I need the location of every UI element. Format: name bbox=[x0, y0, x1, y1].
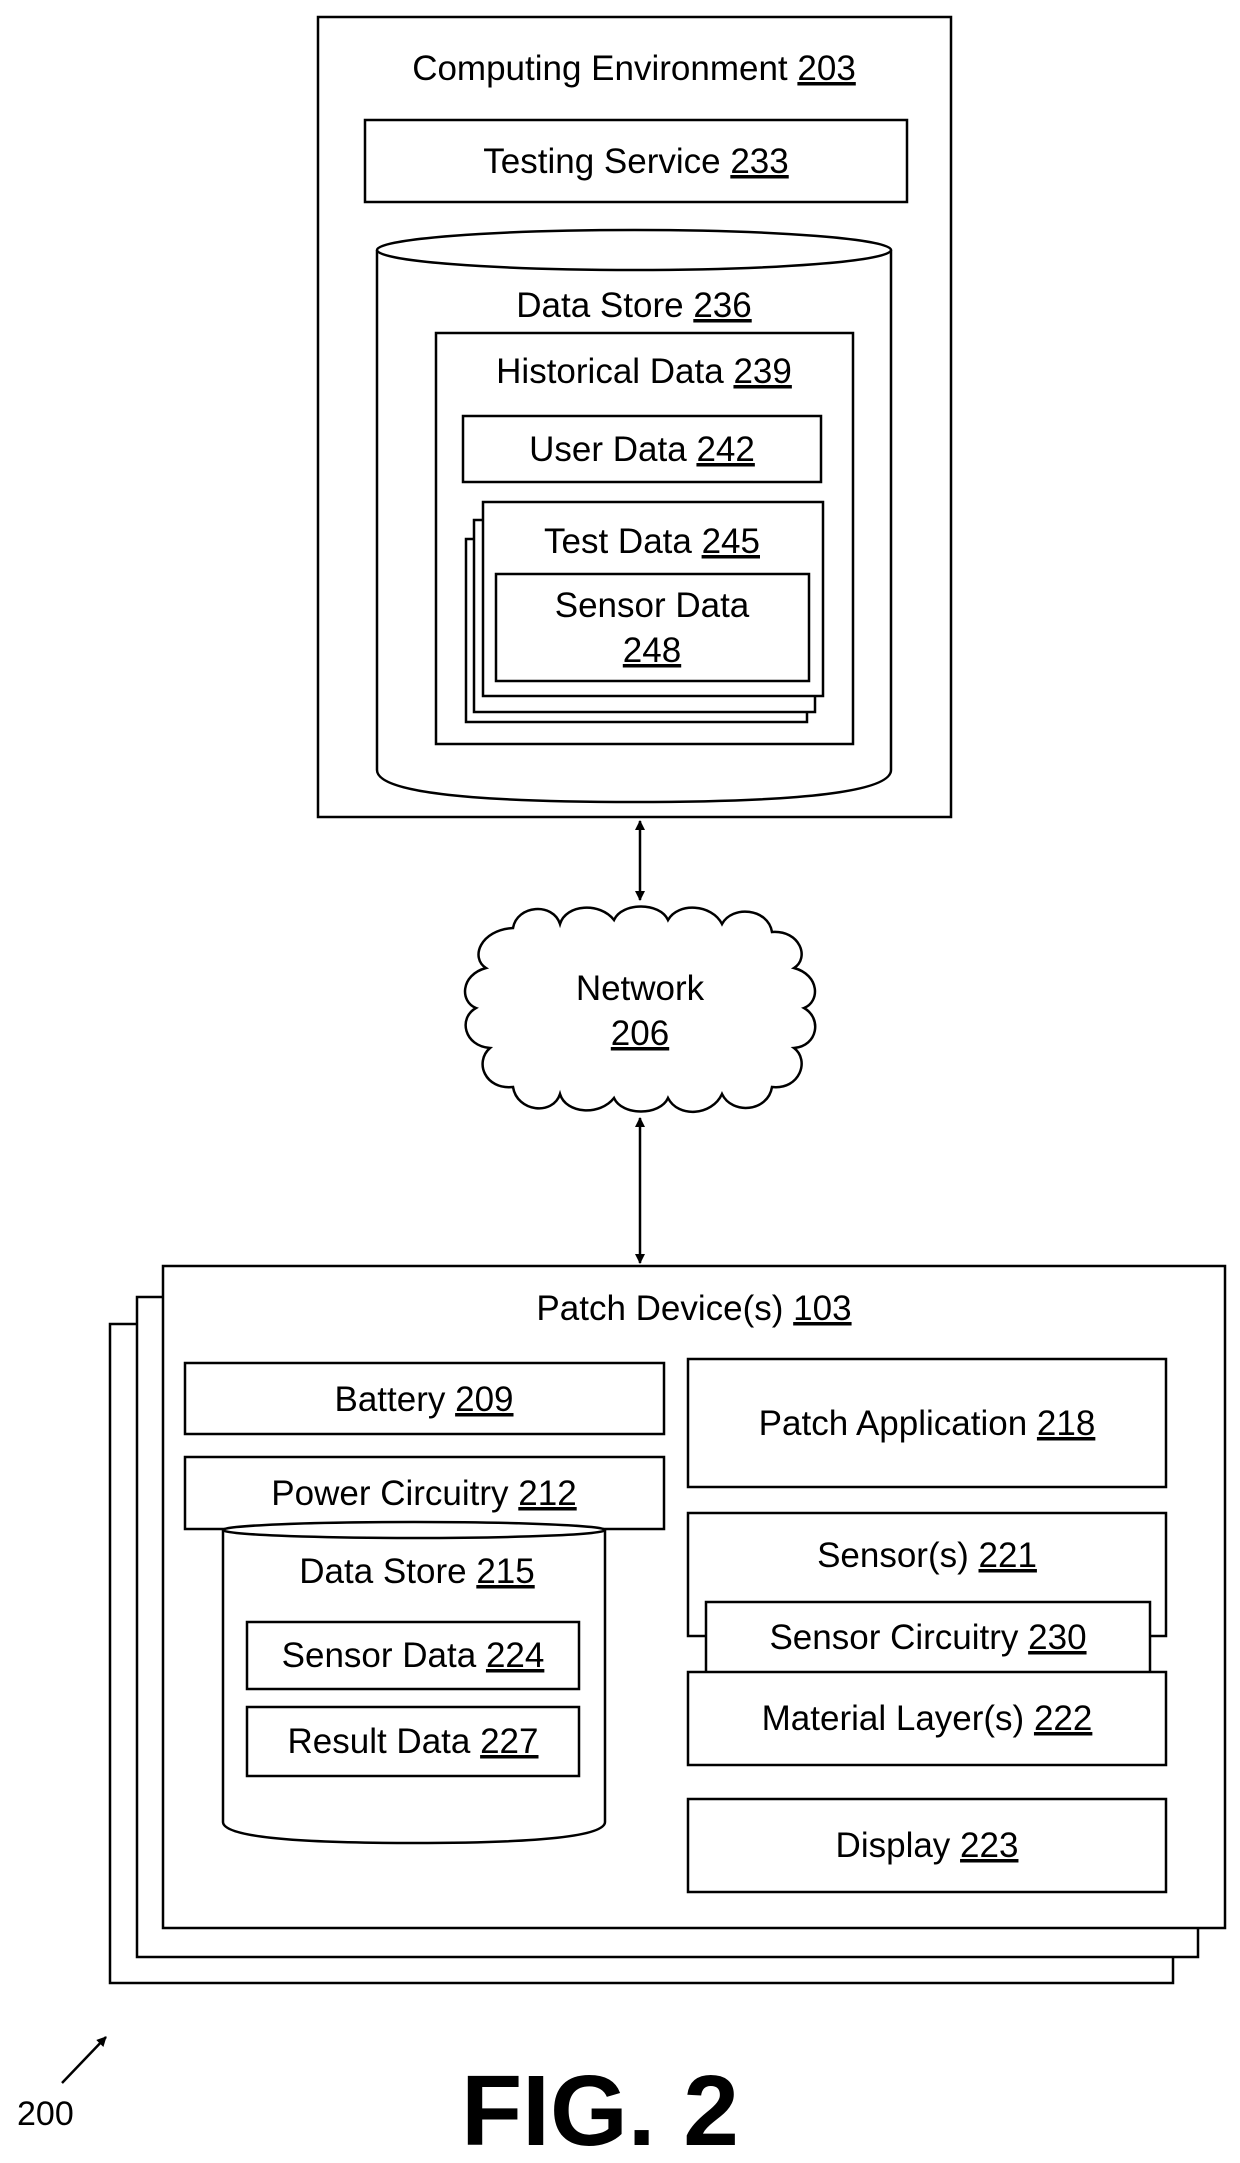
data-store-236-label: Data Store 236 bbox=[516, 286, 751, 325]
patch-devices-label: Patch Device(s) 103 bbox=[536, 1289, 851, 1328]
network-cloud: Network 206 bbox=[463, 905, 817, 1114]
testing-service: Testing Service 233 bbox=[363, 118, 909, 204]
sensor-data-248-name: Sensor Data bbox=[555, 586, 750, 625]
historical-data: Historical Data 239 User Data 242 Test D… bbox=[434, 331, 855, 746]
diagram-canvas: Computing Environment 203 Testing Servic… bbox=[17, 15, 1227, 2163]
user-data: User Data 242 bbox=[461, 414, 823, 484]
cloud-icon bbox=[463, 905, 817, 1114]
sensors-label: Sensor(s) 221 bbox=[817, 1536, 1037, 1575]
data-store-215: Data Store 215 Sensor Data 224 Result Da… bbox=[221, 1520, 607, 1845]
patch-application-label: Patch Application 218 bbox=[759, 1404, 1096, 1443]
computing-environment: Computing Environment 203 Testing Servic… bbox=[316, 15, 953, 819]
power-circuitry: Power Circuitry 212 bbox=[183, 1455, 666, 1531]
sensor-data-224-label: Sensor Data 224 bbox=[282, 1636, 545, 1675]
battery-label: Battery 209 bbox=[334, 1380, 513, 1419]
sensor-circuitry: Sensor Circuitry 230 bbox=[704, 1600, 1152, 1676]
data-store-236: Data Store 236 Historical Data 239 User … bbox=[375, 228, 893, 804]
display: Display 223 bbox=[686, 1797, 1168, 1894]
test-data-label: Test Data 245 bbox=[544, 522, 760, 561]
material-layers: Material Layer(s) 222 bbox=[686, 1670, 1168, 1767]
data-store-cylinder-top bbox=[375, 228, 893, 272]
patch-application: Patch Application 218 bbox=[686, 1357, 1168, 1489]
patch-devices: Patch Device(s) 103 Battery 209 Power Ci… bbox=[108, 1264, 1227, 1985]
sensor-data-224: Sensor Data 224 bbox=[245, 1620, 581, 1691]
battery: Battery 209 bbox=[183, 1361, 666, 1436]
data-store-215-label: Data Store 215 bbox=[299, 1552, 534, 1591]
computing-environment-label: Computing Environment 203 bbox=[412, 49, 856, 88]
sensor-circuitry-label: Sensor Circuitry 230 bbox=[769, 1618, 1086, 1657]
user-data-label: User Data 242 bbox=[529, 430, 755, 469]
display-label: Display 223 bbox=[836, 1826, 1019, 1865]
figure-label: FIG. 2 bbox=[461, 2055, 739, 2163]
result-data-227: Result Data 227 bbox=[245, 1705, 581, 1778]
result-data-227-label: Result Data 227 bbox=[287, 1722, 538, 1761]
sensor-data-248: Sensor Data 248 bbox=[494, 572, 811, 683]
network-ref: 206 bbox=[611, 1014, 669, 1053]
historical-data-label: Historical Data 239 bbox=[496, 352, 792, 391]
data-store-215-cylinder-top bbox=[221, 1520, 607, 1540]
figure-reference-arrow bbox=[61, 2036, 107, 2084]
network-name: Network bbox=[576, 969, 705, 1008]
sensor-data-248-ref: 248 bbox=[623, 631, 681, 670]
test-data-stack: Test Data 245 Sensor Data 248 bbox=[464, 500, 825, 724]
testing-service-label: Testing Service 233 bbox=[483, 142, 788, 181]
material-layers-label: Material Layer(s) 222 bbox=[762, 1699, 1093, 1738]
figure-reference-number: 200 bbox=[17, 2095, 74, 2133]
sensors: Sensor(s) 221 Sensor Circuitry 230 bbox=[686, 1511, 1168, 1676]
power-circuitry-label: Power Circuitry 212 bbox=[271, 1474, 576, 1513]
